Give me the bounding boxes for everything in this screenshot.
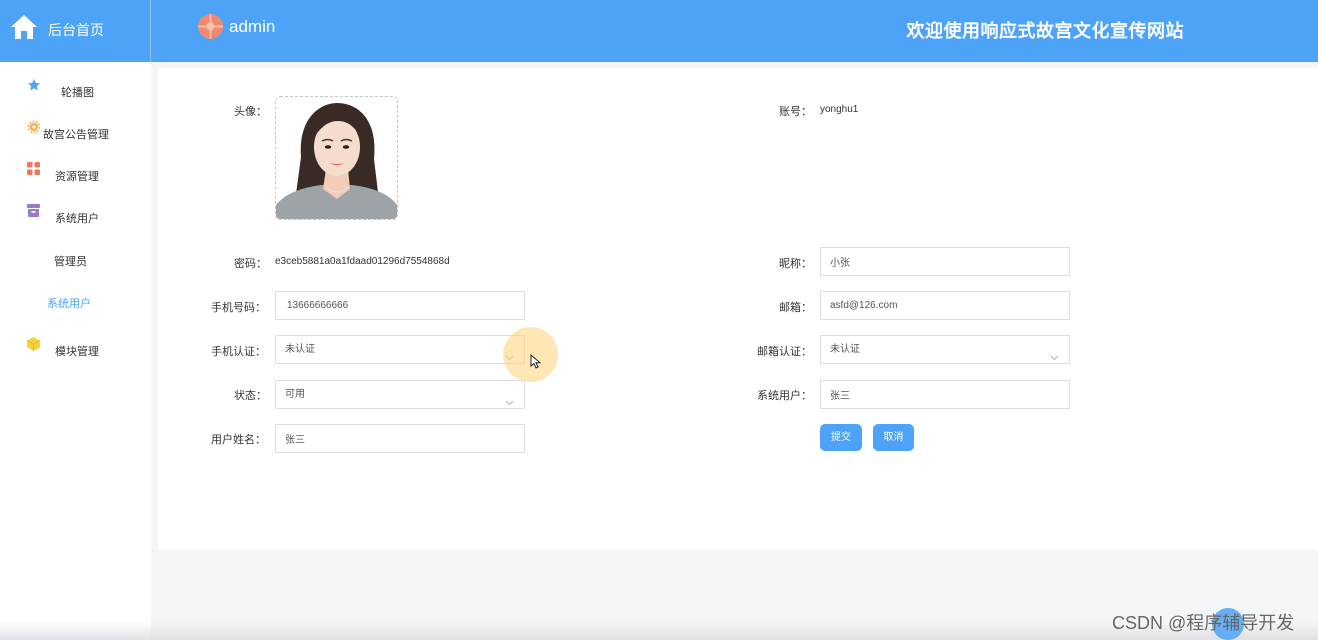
sidebar-item-label: 资源管理 [55,171,99,183]
sidebar-item-system-users-group[interactable]: 系统用户 [0,192,151,232]
avatar-upload[interactable] [275,96,398,220]
status-select[interactable]: 可用 [275,380,525,409]
status-value: 可用 [285,389,305,400]
sidebar-item-label: 系统用户 [47,298,91,310]
sidebar-item-label: 模块管理 [55,346,99,358]
sidebar-item-resources[interactable]: 资源管理 [0,150,151,190]
cancel-button[interactable]: 取消 [873,424,914,451]
archive-icon [27,204,40,220]
account-label: 账号： [779,106,812,118]
site-title: 欢迎使用响应式故宫文化宣传网站 [906,21,1184,41]
username-field[interactable] [275,424,525,453]
star-icon [27,78,41,95]
home-icon [10,14,38,45]
status-label: 状态： [234,390,267,402]
sidebar-item-announcements[interactable]: 故宫公告管理 [0,108,151,148]
grid-icon [27,162,40,178]
system-user-field[interactable] [820,380,1070,409]
phone-field[interactable] [275,291,525,320]
sidebar: 轮播图 故宫公告管理 资源管理 系统用户 管理员 系统用户 模块管理 [0,62,151,640]
nickname-label: 昵称： [779,258,812,270]
admin-avatar-icon[interactable] [198,14,223,44]
watermark: CSDN @程序辅导开发 [1112,613,1295,633]
home-label: 后台首页 [48,22,104,38]
email-verify-select[interactable]: 未认证 [820,335,1070,364]
username-label: 用户姓名： [211,434,266,446]
chevron-down-icon [1050,345,1059,372]
cube-icon [26,337,41,354]
sidebar-item-label: 故宫公告管理 [43,129,109,141]
home-link[interactable]: 后台首页 [0,0,151,62]
email-verify-value: 未认证 [830,344,860,355]
nickname-field[interactable] [820,247,1070,276]
account-value: yonghu1 [820,104,859,115]
sidebar-item-carousel[interactable]: 轮播图 [0,66,151,106]
admin-name[interactable]: admin [229,17,275,37]
sidebar-item-system-users[interactable]: 系统用户 [0,277,151,317]
user-photo [276,97,397,219]
phone-label: 手机号码： [211,302,266,314]
avatar-label: 头像： [234,106,267,118]
email-verify-label: 邮箱认证： [757,346,812,358]
submit-button[interactable]: 提交 [820,424,862,451]
email-field[interactable] [820,291,1070,320]
phone-verify-select[interactable]: 未认证 [275,335,525,364]
gear-icon [27,120,41,137]
sidebar-item-modules[interactable]: 模块管理 [0,325,151,365]
sidebar-item-label: 系统用户 [55,213,99,225]
email-label: 邮箱： [779,302,812,314]
mouse-cursor-icon [530,353,542,374]
system-user-label: 系统用户： [757,390,812,402]
top-bar: 后台首页 admin 欢迎使用响应式故宫文化宣传网站 [0,0,1318,62]
sidebar-item-admins[interactable]: 管理员 [0,235,151,275]
phone-verify-label: 手机认证： [211,346,266,358]
phone-verify-value: 未认证 [285,344,315,355]
password-value: e3ceb5881a0a1fdaad01296d7554868d [275,256,450,267]
password-label: 密码： [234,258,267,270]
sidebar-item-label: 管理员 [54,256,87,268]
sidebar-item-label: 轮播图 [61,87,94,99]
chevron-down-icon [505,390,514,417]
